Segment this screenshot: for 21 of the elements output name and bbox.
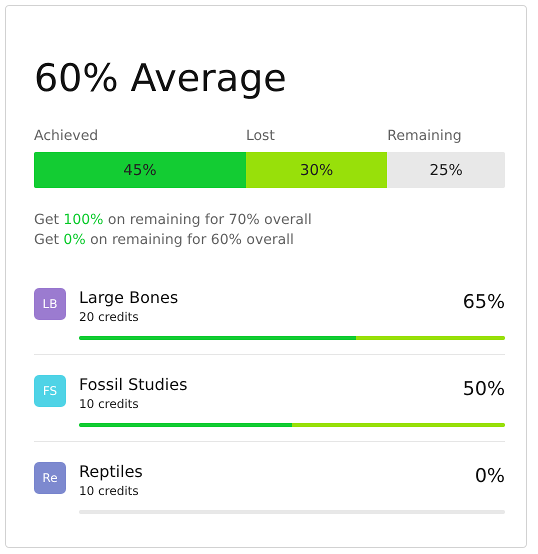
percent-text: 50% bbox=[462, 376, 505, 402]
legend-label: Remaining bbox=[387, 128, 462, 144]
note-text: Get 0% on remaining for 60% overall bbox=[34, 230, 295, 250]
course-name: Fossil Studies bbox=[79, 374, 188, 395]
course-name: Reptiles bbox=[79, 462, 143, 482]
average-title: 60% Average bbox=[34, 58, 288, 100]
course-avatar: FS bbox=[34, 374, 66, 407]
bar-segment: 25% bbox=[387, 152, 505, 188]
credits-text: 10 credits bbox=[79, 396, 140, 413]
credits-text: 10 credits bbox=[79, 482, 140, 500]
note-text: Get 100% on remaining for 70% overall bbox=[34, 210, 313, 230]
course-avatar: LB bbox=[34, 288, 66, 320]
legend-label: Lost bbox=[246, 128, 275, 144]
credits-text: 20 credits bbox=[79, 308, 140, 326]
legend-label: Achieved bbox=[34, 128, 98, 144]
bar-segment: 45% bbox=[34, 152, 246, 188]
course-name: Large Bones bbox=[79, 288, 178, 308]
percent-text: 0% bbox=[474, 464, 505, 489]
percent-text: 65% bbox=[462, 290, 505, 315]
course-avatar: Re bbox=[34, 462, 66, 494]
bar-segment: 30% bbox=[246, 152, 388, 188]
